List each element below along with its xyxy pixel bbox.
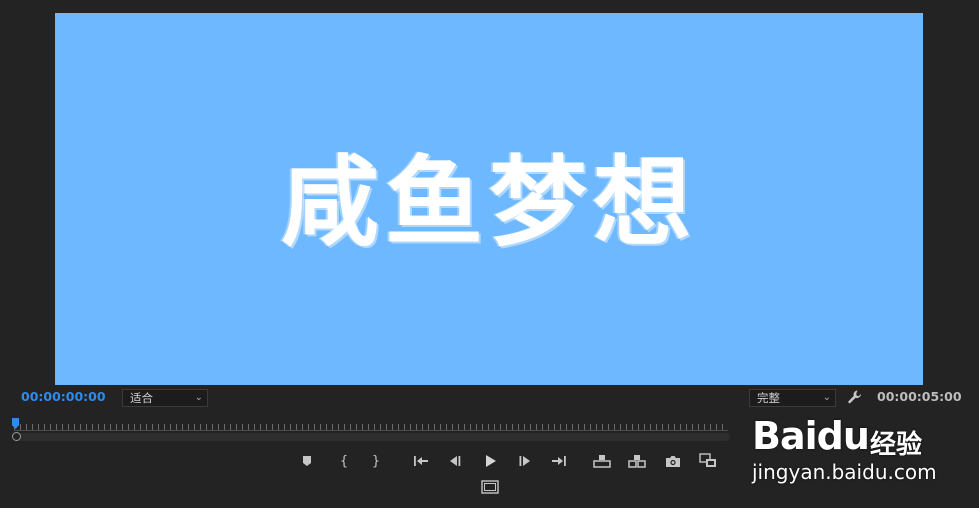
play-icon <box>483 454 497 468</box>
go-to-in-icon <box>413 455 429 467</box>
playback-resolution-select[interactable]: 完整 ⌄ <box>749 389 836 407</box>
zoom-scroll-track[interactable] <box>14 433 730 441</box>
export-frame-button[interactable] <box>662 452 684 470</box>
play-button[interactable] <box>479 452 501 470</box>
safe-margins-button[interactable] <box>479 478 501 496</box>
baidu-watermark: Baidu 经验 jingyan.baidu.com <box>746 412 976 492</box>
overlay-title-text: 咸鱼梦想 <box>280 146 697 260</box>
compare-view-button[interactable] <box>697 452 719 470</box>
duration-timecode: 00:00:05:00 <box>877 389 962 404</box>
mark-in-icon: { <box>339 453 349 469</box>
extract-icon <box>628 454 646 468</box>
add-marker-button[interactable] <box>296 452 318 470</box>
zoom-level-value: 适合 <box>130 391 153 405</box>
current-timecode[interactable]: 00:00:00:00 <box>21 389 106 404</box>
step-forward-icon <box>518 455 532 467</box>
step-back-icon <box>448 455 462 467</box>
lift-icon <box>593 454 611 468</box>
mark-out-icon: } <box>371 453 381 469</box>
program-monitor-viewport: 咸鱼梦想 <box>55 13 923 385</box>
extract-button[interactable] <box>626 452 648 470</box>
playback-resolution-value: 完整 <box>757 391 780 405</box>
marker-icon <box>301 455 313 467</box>
go-to-out-icon <box>551 455 567 467</box>
watermark-brand: Baidu <box>752 414 870 458</box>
lift-button[interactable] <box>591 452 613 470</box>
watermark-url: jingyan.baidu.com <box>752 460 937 484</box>
zoom-scroll-handle[interactable] <box>12 432 21 441</box>
zoom-level-select[interactable]: 适合 ⌄ <box>122 389 208 407</box>
camera-icon <box>665 455 681 468</box>
chevron-down-icon: ⌄ <box>822 392 831 403</box>
go-to-in-button[interactable] <box>410 452 432 470</box>
wrench-icon[interactable] <box>847 389 863 405</box>
ruler-baseline <box>14 430 728 431</box>
watermark-brand-cn: 经验 <box>870 430 923 460</box>
mark-in-button[interactable]: { <box>333 452 355 470</box>
chevron-down-icon: ⌄ <box>194 392 203 403</box>
go-to-out-button[interactable] <box>548 452 570 470</box>
step-back-button[interactable] <box>444 452 466 470</box>
step-forward-button[interactable] <box>514 452 536 470</box>
time-ruler[interactable] <box>12 418 728 434</box>
safe-margins-icon <box>481 480 499 494</box>
mark-out-button[interactable]: } <box>365 452 387 470</box>
compare-icon <box>699 453 717 469</box>
